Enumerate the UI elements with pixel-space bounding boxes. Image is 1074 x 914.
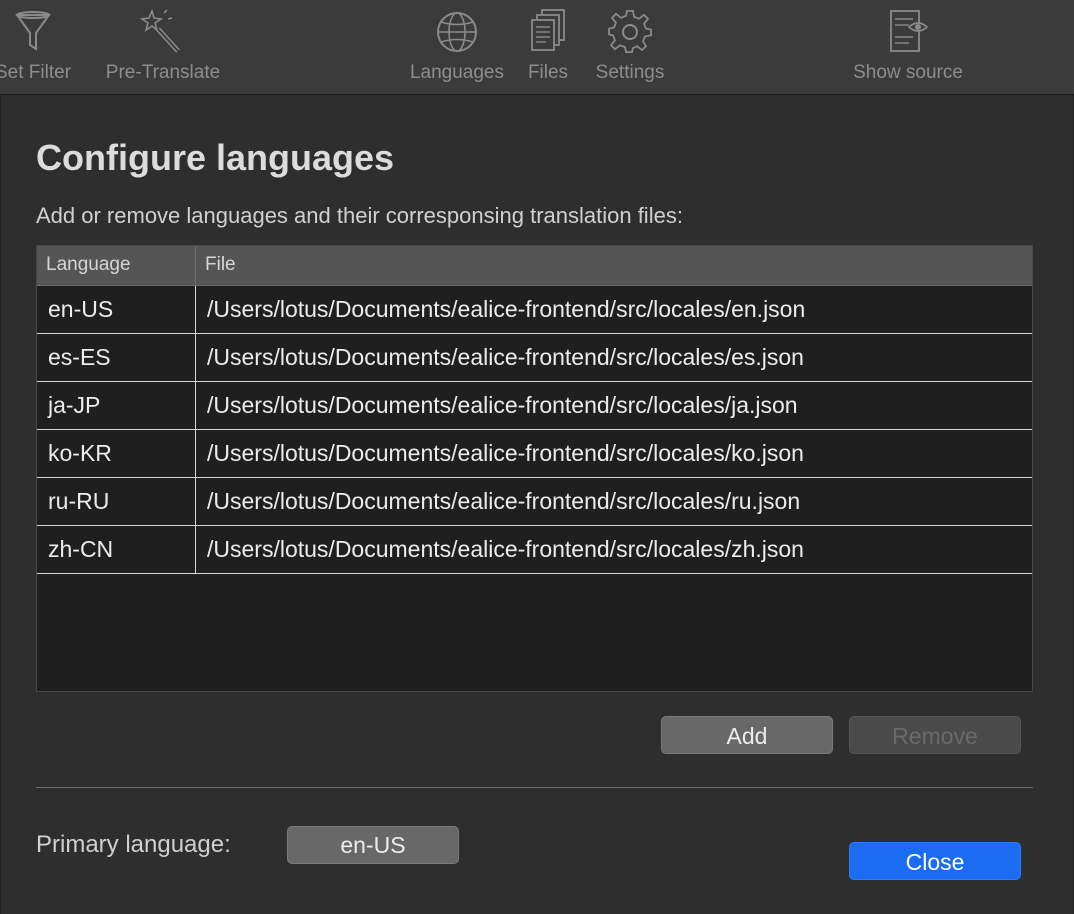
column-header-file[interactable]: File	[196, 246, 1032, 285]
languages-label: Languages	[409, 62, 505, 83]
pre-translate-button[interactable]: Pre-Translate	[97, 0, 229, 94]
file-cell[interactable]: /Users/lotus/Documents/ealice-frontend/s…	[196, 334, 1032, 381]
file-cell[interactable]: /Users/lotus/Documents/ealice-frontend/s…	[196, 382, 1032, 429]
settings-label: Settings	[595, 62, 665, 83]
column-header-language[interactable]: Language	[37, 246, 196, 285]
dialog-title: Configure languages	[36, 137, 395, 178]
file-cell[interactable]: /Users/lotus/Documents/ealice-frontend/s…	[196, 526, 1032, 573]
primary-language-select[interactable]: en-US	[287, 826, 459, 864]
remove-button[interactable]: Remove	[849, 716, 1021, 754]
file-cell[interactable]: /Users/lotus/Documents/ealice-frontend/s…	[196, 478, 1032, 525]
table-header: Language File	[37, 246, 1032, 286]
dialog-subtitle: Add or remove languages and their corres…	[36, 203, 683, 228]
document-eye-icon	[882, 6, 934, 58]
globe-icon	[431, 6, 483, 58]
language-cell[interactable]: zh-CN	[37, 526, 196, 573]
language-cell[interactable]: es-ES	[37, 334, 196, 381]
files-button[interactable]: Files	[518, 0, 578, 94]
table-row[interactable]: en-US /Users/lotus/Documents/ealice-fron…	[37, 286, 1032, 334]
toolbar: Set Filter Pre-Translate Languages Files…	[0, 0, 1074, 95]
settings-button[interactable]: Settings	[586, 0, 674, 94]
files-icon	[522, 6, 574, 58]
language-cell[interactable]: ko-KR	[37, 430, 196, 477]
show-source-label: Show source	[853, 62, 963, 83]
magic-wand-icon	[137, 6, 189, 58]
gear-icon	[604, 6, 656, 58]
show-source-button[interactable]: Show source	[842, 0, 974, 94]
language-cell[interactable]: en-US	[37, 286, 196, 333]
files-label: Files	[527, 62, 569, 83]
file-cell[interactable]: /Users/lotus/Documents/ealice-frontend/s…	[196, 430, 1032, 477]
set-filter-label: Set Filter	[0, 62, 72, 83]
languages-button[interactable]: Languages	[402, 0, 512, 94]
languages-table[interactable]: Language File en-US /Users/lotus/Documen…	[36, 245, 1033, 692]
close-button[interactable]: Close	[849, 842, 1021, 880]
table-row[interactable]: ru-RU /Users/lotus/Documents/ealice-fron…	[37, 478, 1032, 526]
configure-languages-sheet: Configure languages Add or remove langua…	[0, 95, 1074, 914]
table-row[interactable]: ko-KR /Users/lotus/Documents/ealice-fron…	[37, 430, 1032, 478]
language-cell[interactable]: ja-JP	[37, 382, 196, 429]
app-window: Set Filter Pre-Translate Languages Files…	[0, 0, 1074, 914]
pre-translate-label: Pre-Translate	[105, 62, 221, 83]
primary-language-label: Primary language:	[36, 831, 231, 858]
add-button[interactable]: Add	[661, 716, 833, 754]
table-row[interactable]: es-ES /Users/lotus/Documents/ealice-fron…	[37, 334, 1032, 382]
divider	[36, 787, 1033, 788]
set-filter-button[interactable]: Set Filter	[0, 0, 88, 94]
funnel-icon	[7, 6, 59, 58]
language-cell[interactable]: ru-RU	[37, 478, 196, 525]
file-cell[interactable]: /Users/lotus/Documents/ealice-frontend/s…	[196, 286, 1032, 333]
table-row[interactable]: zh-CN /Users/lotus/Documents/ealice-fron…	[37, 526, 1032, 574]
table-row[interactable]: ja-JP /Users/lotus/Documents/ealice-fron…	[37, 382, 1032, 430]
